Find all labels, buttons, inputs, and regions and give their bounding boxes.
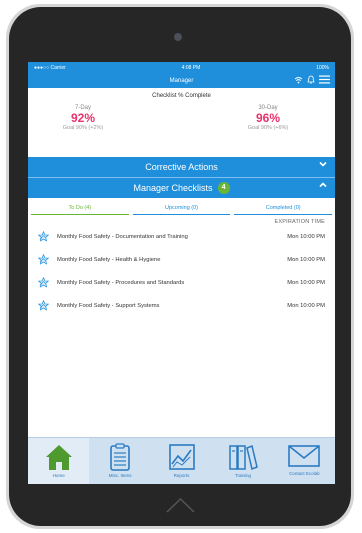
wifi-icon <box>294 76 303 86</box>
page-title: Manager <box>169 78 194 84</box>
summary-title: Checklist % Complete <box>152 93 211 99</box>
list-item[interactable]: Monthly Food Safety - Documentation and … <box>28 225 335 248</box>
checklist-name: Monthly Food Safety - Documentation and … <box>57 233 188 240</box>
checklist-name: Monthly Food Safety - Support Systems <box>57 302 160 309</box>
seven-day-goal: Goal 90% (+2%) <box>62 125 104 131</box>
corrective-actions-header[interactable]: Corrective Actions <box>28 157 335 178</box>
tab-contact-ecolab-label: Contact Ecolab <box>289 471 320 476</box>
home-icon <box>45 445 72 470</box>
binders-icon <box>229 444 258 471</box>
expiration-time-header: EXPIRATION TIME <box>274 219 325 225</box>
checklist-expiration: Mon 10:00 PM <box>287 256 325 263</box>
envelope-icon <box>288 445 321 467</box>
list-item[interactable]: Monthly Food Safety - Health & Hygiene M… <box>28 248 335 271</box>
tab-home-label: Home <box>52 473 65 478</box>
manager-checklists-label: Manager Checklists <box>133 183 213 193</box>
star-icon <box>38 300 49 311</box>
seven-day-percent: 92% <box>70 111 96 125</box>
chevron-up-icon <box>319 181 327 191</box>
nav-bar: Manager <box>28 74 335 88</box>
list-item[interactable]: Monthly Food Safety - Support Systems Mo… <box>28 294 335 317</box>
app-screen: ●●●○○ Carrier 4:08 PM 100% Manager Check… <box>28 62 335 484</box>
home-button[interactable] <box>164 495 197 515</box>
tab-reports-label: Reports <box>173 473 190 478</box>
manager-checklists-header[interactable]: Manager Checklists 4 <box>28 178 335 198</box>
thirty-day-goal: Goal 90% (+6%) <box>247 125 289 131</box>
checklist-name: Monthly Food Safety - Health & Hygiene <box>57 256 161 263</box>
checklist-name: Monthly Food Safety - Procedures and Sta… <box>57 279 185 286</box>
camera-icon <box>174 33 182 41</box>
checklist-summary: Checklist % Complete 7-Day 92% Goal 90% … <box>28 88 335 157</box>
thirty-day-stat: 30-Day 96% Goal 90% (+6%) <box>228 105 308 131</box>
star-icon <box>38 254 49 265</box>
tab-home[interactable]: Home <box>28 438 90 484</box>
list-item[interactable]: Monthly Food Safety - Procedures and Sta… <box>28 271 335 294</box>
checklist-expiration: Mon 10:00 PM <box>287 279 325 286</box>
star-icon <box>38 277 49 288</box>
tab-training[interactable]: Training <box>212 438 273 484</box>
chevron-down-icon <box>319 160 327 170</box>
checklist-tabs: To Do (4) Upcoming (0) Completed (0) <box>28 198 335 215</box>
bottom-tab-bar: Home Misc. Items Reports Training Contac… <box>28 437 335 484</box>
checklist-expiration: Mon 10:00 PM <box>287 302 325 309</box>
thirty-day-percent: 96% <box>255 111 281 125</box>
tab-training-label: Training <box>234 473 251 478</box>
battery-text: 100% <box>316 65 329 71</box>
checklist-list: Monthly Food Safety - Documentation and … <box>28 225 335 317</box>
clipboard-icon <box>110 443 130 471</box>
tab-upcoming[interactable]: Upcoming (0) <box>132 205 231 215</box>
tab-misc-items-label: Misc. Items <box>108 473 132 478</box>
checklist-expiration: Mon 10:00 PM <box>287 233 325 240</box>
menu-icon[interactable] <box>319 75 330 86</box>
corrective-actions-label: Corrective Actions <box>145 162 218 172</box>
clock-text: 4:08 PM <box>181 65 201 71</box>
tab-reports[interactable]: Reports <box>151 438 212 484</box>
tab-misc-items[interactable]: Misc. Items <box>89 438 150 484</box>
bell-icon[interactable] <box>307 75 315 86</box>
seven-day-stat: 7-Day 92% Goal 90% (+2%) <box>43 105 123 131</box>
chart-icon <box>168 444 195 470</box>
tab-contact-ecolab[interactable]: Contact Ecolab <box>274 438 335 484</box>
carrier-text: ●●●○○ Carrier <box>34 65 66 71</box>
tab-completed[interactable]: Completed (0) <box>234 205 333 215</box>
star-icon <box>38 231 49 242</box>
status-bar: ●●●○○ Carrier 4:08 PM 100% <box>28 62 335 74</box>
tab-to-do[interactable]: To Do (4) <box>31 205 129 215</box>
count-badge: 4 <box>217 182 230 194</box>
